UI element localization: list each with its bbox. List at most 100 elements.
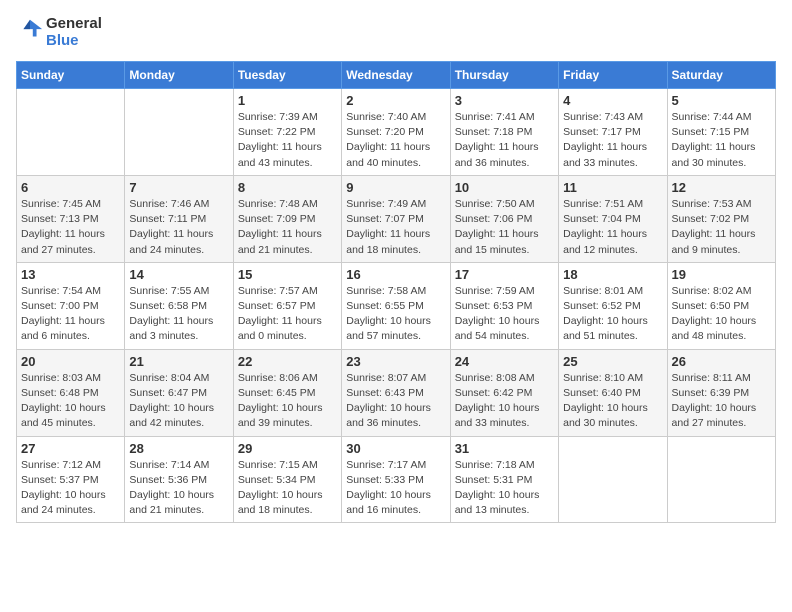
day-number: 7 <box>129 180 228 195</box>
day-info: Sunrise: 7:58 AMSunset: 6:55 PMDaylight:… <box>346 284 445 345</box>
calendar-cell: 12Sunrise: 7:53 AMSunset: 7:02 PMDayligh… <box>667 175 775 262</box>
calendar-cell: 1 Sunrise: 7:39 AMSunset: 7:22 PMDaylight… <box>233 89 341 176</box>
day-number: 15 <box>238 267 337 282</box>
day-number: 31 <box>455 441 554 456</box>
column-header-friday: Friday <box>559 62 667 89</box>
calendar-header-row: SundayMondayTuesdayWednesdayThursdayFrid… <box>17 62 776 89</box>
calendar-cell: 21 Sunrise: 8:04 AMSunset: 6:47 PMDayligh… <box>125 349 233 436</box>
day-info: Sunrise: 7:50 AMSunset: 7:06 PMDaylight:… <box>455 197 554 258</box>
day-info: Sunrise: 7:12 AMSunset: 5:37 PMDaylight:… <box>21 458 120 519</box>
day-info: Sunrise: 7:44 AMSunset: 7:15 PMDaylight:… <box>672 110 771 171</box>
day-number: 19 <box>672 267 771 282</box>
day-number: 20 <box>21 354 120 369</box>
calendar-cell: 8 Sunrise: 7:48 AMSunset: 7:09 PMDaylight… <box>233 175 341 262</box>
calendar-cell: 26Sunrise: 8:11 AMSunset: 6:39 PMDayligh… <box>667 349 775 436</box>
day-info: Sunrise: 7:14 AMSunset: 5:36 PMDaylight:… <box>129 458 228 519</box>
day-info: Sunrise: 8:02 AMSunset: 6:50 PMDaylight:… <box>672 284 771 345</box>
calendar-cell: 18Sunrise: 8:01 AMSunset: 6:52 PMDayligh… <box>559 262 667 349</box>
column-header-saturday: Saturday <box>667 62 775 89</box>
day-number: 22 <box>238 354 337 369</box>
day-info: Sunrise: 8:10 AMSunset: 6:40 PMDaylight:… <box>563 371 662 432</box>
day-info: Sunrise: 7:43 AMSunset: 7:17 PMDaylight:… <box>563 110 662 171</box>
day-info: Sunrise: 8:07 AMSunset: 6:43 PMDaylight:… <box>346 371 445 432</box>
calendar-cell <box>559 436 667 523</box>
calendar-cell: 28 Sunrise: 7:14 AMSunset: 5:36 PMDayligh… <box>125 436 233 523</box>
calendar-cell <box>17 89 125 176</box>
day-number: 27 <box>21 441 120 456</box>
day-number: 24 <box>455 354 554 369</box>
calendar-cell: 10 Sunrise: 7:50 AMSunset: 7:06 PMDayligh… <box>450 175 558 262</box>
calendar-cell: 24 Sunrise: 8:08 AMSunset: 6:42 PMDayligh… <box>450 349 558 436</box>
day-number: 6 <box>21 180 120 195</box>
calendar-cell: 4 Sunrise: 7:43 AMSunset: 7:17 PMDaylight… <box>559 89 667 176</box>
calendar-cell: 19 Sunrise: 8:02 AMSunset: 6:50 PMDayligh… <box>667 262 775 349</box>
day-number: 12 <box>672 180 771 195</box>
day-number: 21 <box>129 354 228 369</box>
day-info: Sunrise: 7:18 AMSunset: 5:31 PMDaylight:… <box>455 458 554 519</box>
column-header-wednesday: Wednesday <box>342 62 450 89</box>
day-info: Sunrise: 7:45 AMSunset: 7:13 PMDaylight:… <box>21 197 120 258</box>
logo-text-general: General <box>46 16 102 33</box>
calendar-week-row: 13 Sunrise: 7:54 AMSunset: 7:00 PMDayligh… <box>17 262 776 349</box>
calendar-cell: 31 Sunrise: 7:18 AMSunset: 5:31 PMDayligh… <box>450 436 558 523</box>
calendar-cell: 23 Sunrise: 8:07 AMSunset: 6:43 PMDayligh… <box>342 349 450 436</box>
calendar-week-row: 27 Sunrise: 7:12 AMSunset: 5:37 PMDayligh… <box>17 436 776 523</box>
day-info: Sunrise: 7:51 AMSunset: 7:04 PMDaylight:… <box>563 197 662 258</box>
day-number: 3 <box>455 93 554 108</box>
day-info: Sunrise: 7:55 AMSunset: 6:58 PMDaylight:… <box>129 284 228 345</box>
day-number: 23 <box>346 354 445 369</box>
day-info: Sunrise: 7:39 AMSunset: 7:22 PMDaylight:… <box>238 110 337 171</box>
day-info: Sunrise: 7:57 AMSunset: 6:57 PMDaylight:… <box>238 284 337 345</box>
calendar-week-row: 20 Sunrise: 8:03 AMSunset: 6:48 PMDayligh… <box>17 349 776 436</box>
calendar-cell: 11 Sunrise: 7:51 AMSunset: 7:04 PMDayligh… <box>559 175 667 262</box>
day-info: Sunrise: 7:15 AMSunset: 5:34 PMDaylight:… <box>238 458 337 519</box>
day-info: Sunrise: 8:08 AMSunset: 6:42 PMDaylight:… <box>455 371 554 432</box>
day-info: Sunrise: 8:03 AMSunset: 6:48 PMDaylight:… <box>21 371 120 432</box>
calendar-cell: 22Sunrise: 8:06 AMSunset: 6:45 PMDayligh… <box>233 349 341 436</box>
day-number: 4 <box>563 93 662 108</box>
calendar-cell: 5 Sunrise: 7:44 AMSunset: 7:15 PMDaylight… <box>667 89 775 176</box>
day-info: Sunrise: 7:41 AMSunset: 7:18 PMDaylight:… <box>455 110 554 171</box>
calendar-week-row: 1 Sunrise: 7:39 AMSunset: 7:22 PMDaylight… <box>17 89 776 176</box>
column-header-sunday: Sunday <box>17 62 125 89</box>
day-info: Sunrise: 8:01 AMSunset: 6:52 PMDaylight:… <box>563 284 662 345</box>
calendar-cell: 13 Sunrise: 7:54 AMSunset: 7:00 PMDayligh… <box>17 262 125 349</box>
day-info: Sunrise: 7:48 AMSunset: 7:09 PMDaylight:… <box>238 197 337 258</box>
day-number: 13 <box>21 267 120 282</box>
day-number: 8 <box>238 180 337 195</box>
calendar-cell: 29 Sunrise: 7:15 AMSunset: 5:34 PMDayligh… <box>233 436 341 523</box>
day-number: 5 <box>672 93 771 108</box>
calendar-cell: 30 Sunrise: 7:17 AMSunset: 5:33 PMDayligh… <box>342 436 450 523</box>
logo: General Blue <box>16 16 102 49</box>
day-number: 1 <box>238 93 337 108</box>
logo-text-blue: Blue <box>46 33 102 50</box>
day-number: 29 <box>238 441 337 456</box>
day-number: 30 <box>346 441 445 456</box>
column-header-thursday: Thursday <box>450 62 558 89</box>
day-number: 14 <box>129 267 228 282</box>
calendar-cell: 7 Sunrise: 7:46 AMSunset: 7:11 PMDaylight… <box>125 175 233 262</box>
calendar-cell: 6 Sunrise: 7:45 AMSunset: 7:13 PMDaylight… <box>17 175 125 262</box>
day-number: 2 <box>346 93 445 108</box>
page-header: General Blue <box>16 16 776 49</box>
calendar-week-row: 6 Sunrise: 7:45 AMSunset: 7:13 PMDaylight… <box>17 175 776 262</box>
calendar-table: SundayMondayTuesdayWednesdayThursdayFrid… <box>16 61 776 523</box>
day-number: 26 <box>672 354 771 369</box>
day-info: Sunrise: 7:40 AMSunset: 7:20 PMDaylight:… <box>346 110 445 171</box>
calendar-cell <box>125 89 233 176</box>
calendar-cell: 25Sunrise: 8:10 AMSunset: 6:40 PMDayligh… <box>559 349 667 436</box>
day-info: Sunrise: 7:46 AMSunset: 7:11 PMDaylight:… <box>129 197 228 258</box>
day-info: Sunrise: 7:17 AMSunset: 5:33 PMDaylight:… <box>346 458 445 519</box>
day-number: 10 <box>455 180 554 195</box>
day-number: 11 <box>563 180 662 195</box>
calendar-cell <box>667 436 775 523</box>
calendar-cell: 2 Sunrise: 7:40 AMSunset: 7:20 PMDaylight… <box>342 89 450 176</box>
day-number: 16 <box>346 267 445 282</box>
day-info: Sunrise: 7:54 AMSunset: 7:00 PMDaylight:… <box>21 284 120 345</box>
day-info: Sunrise: 8:04 AMSunset: 6:47 PMDaylight:… <box>129 371 228 432</box>
calendar-cell: 9Sunrise: 7:49 AMSunset: 7:07 PMDaylight… <box>342 175 450 262</box>
calendar-cell: 16 Sunrise: 7:58 AMSunset: 6:55 PMDayligh… <box>342 262 450 349</box>
calendar-cell: 27 Sunrise: 7:12 AMSunset: 5:37 PMDayligh… <box>17 436 125 523</box>
column-header-tuesday: Tuesday <box>233 62 341 89</box>
day-number: 28 <box>129 441 228 456</box>
